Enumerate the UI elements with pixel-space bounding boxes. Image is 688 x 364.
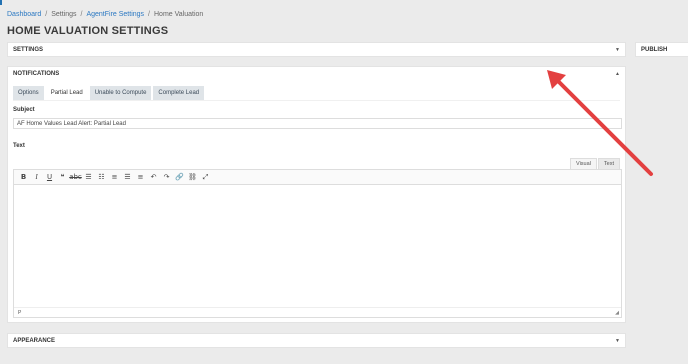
bullet-list-icon[interactable]: ☰ xyxy=(82,172,95,183)
settings-panel: SETTINGS ▼ xyxy=(7,42,626,57)
element-path: P xyxy=(18,309,22,316)
text-label: Text xyxy=(13,143,25,149)
tab-options[interactable]: Options xyxy=(13,86,44,100)
publish-panel-header[interactable]: PUBLISH xyxy=(636,43,688,57)
caret-down-icon[interactable]: ▼ xyxy=(615,338,620,344)
tabs-divider xyxy=(13,100,620,101)
unlink-icon[interactable]: ⛓ xyxy=(186,172,199,183)
breadcrumb-agentfire-settings-link[interactable]: AgentFire Settings xyxy=(86,11,144,18)
page-title: HOME VALUATION SETTINGS xyxy=(7,25,169,37)
underline-icon[interactable]: U xyxy=(43,172,56,183)
publish-panel-title: PUBLISH xyxy=(641,47,668,53)
resize-handle-icon[interactable]: ◢ xyxy=(615,310,619,316)
notifications-panel-header[interactable]: NOTIFICATIONS ▲ xyxy=(8,67,625,81)
breadcrumb-separator: / xyxy=(45,11,48,18)
settings-panel-title: SETTINGS xyxy=(13,47,44,53)
editor-content-area[interactable] xyxy=(14,185,621,308)
align-right-icon[interactable]: ≡ xyxy=(134,172,147,183)
caret-up-icon[interactable]: ▲ xyxy=(615,71,620,77)
breadcrumb-current-page: Home Valuation xyxy=(154,11,204,18)
strikethrough-icon[interactable]: abc xyxy=(69,172,82,183)
notifications-panel: NOTIFICATIONS ▲ Options Partial Lead Una… xyxy=(7,66,626,323)
rich-text-editor: B I U ❝ abc ☰ ☷ ≡ ☰ ≡ ↶ ↷ 🔗 ⛓ ⤢ P ◢ xyxy=(13,169,622,318)
appearance-panel: APPEARANCE ▼ xyxy=(7,333,626,348)
appearance-panel-title: APPEARANCE xyxy=(13,338,56,344)
subject-label: Subject xyxy=(13,107,35,113)
align-left-icon[interactable]: ≡ xyxy=(108,172,121,183)
bold-icon[interactable]: B xyxy=(17,172,30,183)
align-center-icon[interactable]: ☰ xyxy=(121,172,134,183)
fullscreen-icon[interactable]: ⤢ xyxy=(199,172,212,183)
tab-complete-lead[interactable]: Complete Lead xyxy=(153,86,205,100)
breadcrumb-settings: Settings xyxy=(51,11,77,18)
notification-tabs: Options Partial Lead Unable to Compute C… xyxy=(13,86,205,100)
editor-toolbar: B I U ❝ abc ☰ ☷ ≡ ☰ ≡ ↶ ↷ 🔗 ⛓ ⤢ xyxy=(14,170,621,185)
blockquote-icon[interactable]: ❝ xyxy=(56,172,69,183)
breadcrumb: Dashboard / Settings / AgentFire Settings / Ho… xyxy=(7,11,203,18)
notifications-panel-title: NOTIFICATIONS xyxy=(13,71,60,77)
subject-input[interactable]: AF Home Values Lead Alert: Partial Lead xyxy=(13,118,622,129)
undo-icon[interactable]: ↶ xyxy=(147,172,160,183)
breadcrumb-dashboard-link[interactable]: Dashboard xyxy=(7,11,41,18)
publish-panel: PUBLISH xyxy=(635,42,688,57)
tab-partial-lead[interactable]: Partial Lead xyxy=(45,86,88,100)
appearance-panel-header[interactable]: APPEARANCE ▼ xyxy=(8,334,625,348)
link-icon[interactable]: 🔗 xyxy=(173,172,186,183)
settings-panel-header[interactable]: SETTINGS ▼ xyxy=(8,43,625,57)
editor-statusbar: P xyxy=(14,307,621,317)
numbered-list-icon[interactable]: ☷ xyxy=(95,172,108,183)
breadcrumb-separator: / xyxy=(148,11,150,18)
redo-icon[interactable]: ↷ xyxy=(160,172,173,183)
caret-down-icon[interactable]: ▼ xyxy=(615,47,620,53)
italic-icon[interactable]: I xyxy=(30,172,43,183)
admin-bar-edge xyxy=(0,0,2,5)
tab-unable-to-compute[interactable]: Unable to Compute xyxy=(89,86,152,100)
breadcrumb-separator: / xyxy=(80,11,83,18)
